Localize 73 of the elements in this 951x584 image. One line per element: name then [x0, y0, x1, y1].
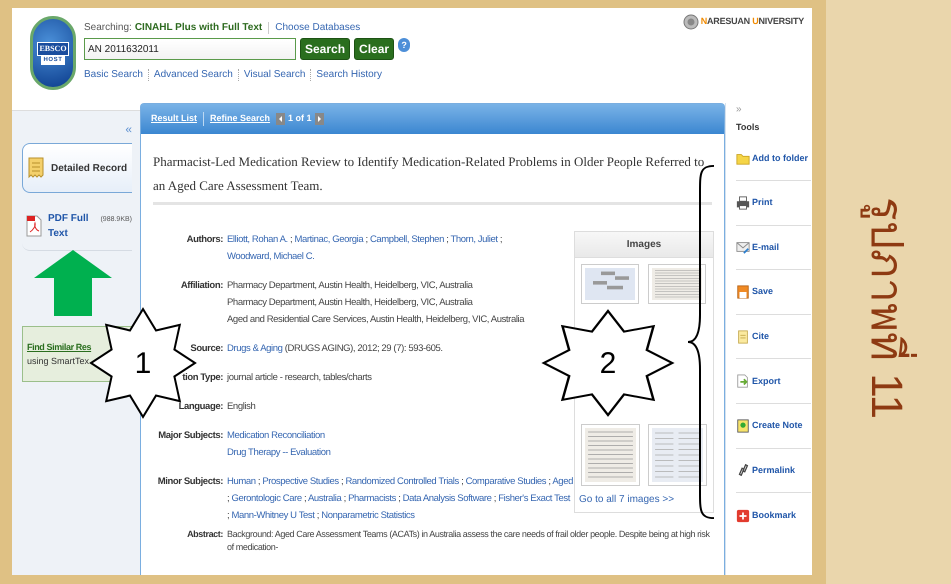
- tool-link[interactable]: Permalink: [752, 464, 796, 478]
- all-images-link[interactable]: Go to all 7 images >>: [575, 492, 713, 519]
- field-value: journal article - research, tables/charts: [227, 371, 373, 385]
- author-link[interactable]: Martinac, Georgia: [294, 234, 364, 245]
- field-label: Affiliation:: [180, 279, 223, 293]
- subject-link[interactable]: Comparative Studies: [466, 476, 546, 487]
- subject-link[interactable]: Prospective Studies: [262, 476, 339, 487]
- subject-link[interactable]: Australia: [308, 493, 342, 504]
- author-link[interactable]: Campbell, Stephen: [370, 234, 444, 245]
- tool-link[interactable]: E-mail: [752, 240, 780, 254]
- subject-link[interactable]: Drug Therapy -- Evaluation: [227, 447, 330, 458]
- detailed-record-tab[interactable]: Detailed Record: [22, 143, 132, 193]
- database-name: CINAHL Plus with Full Text: [134, 21, 262, 35]
- field-label: Authors:: [186, 233, 223, 247]
- subject-link[interactable]: Medication Reconciliation: [227, 430, 325, 441]
- affiliation-text: Aged and Residential Care Services, Austin Health, Heidelberg, VIC, Australia: [227, 313, 526, 327]
- field-label: tion Type:: [181, 371, 223, 385]
- tool-link[interactable]: Create Note: [752, 419, 803, 433]
- source-link[interactable]: Drugs & Aging: [227, 343, 283, 354]
- field-label: Abstract:: [186, 528, 223, 541]
- search-mode-link[interactable]: Visual Search: [244, 67, 306, 82]
- help-button[interactable]: ?: [398, 38, 410, 52]
- collapse-button[interactable]: «: [125, 123, 132, 135]
- field-label: Language:: [178, 400, 223, 414]
- tool-link[interactable]: Cite: [752, 330, 770, 344]
- field-value: English: [227, 400, 256, 414]
- tools-heading: Tools: [736, 121, 760, 134]
- tool-link[interactable]: Export: [752, 374, 781, 388]
- field-value: Background: Aged Care Assessment Teams (ACATs) in Australia assess the care needs of frail older people. Despite being at high risk of medication-: [227, 528, 711, 554]
- clear-button[interactable]: Clear: [354, 38, 394, 60]
- record-title: Pharmacist-Led Medication Review to Identify Medication-Related Problems in Older People Referred to an Aged Care Assessment Team.: [153, 150, 712, 205]
- subject-link[interactable]: Pharmacists: [348, 493, 396, 504]
- subject-link[interactable]: Nonparametric Statistics: [321, 510, 415, 521]
- tab-label: Detailed Record: [51, 162, 128, 176]
- search-field[interactable]: AN 2011632011: [84, 38, 296, 60]
- search-mode-link[interactable]: Basic Search: [84, 67, 143, 82]
- pdf-full-text-link[interactable]: PDF Full Text: [48, 210, 98, 240]
- subject-link[interactable]: Mann-Whitney U Test: [231, 510, 315, 521]
- author-link[interactable]: Thorn, Juliet: [450, 234, 498, 245]
- find-similar-subtitle: using SmartTex: [27, 354, 90, 368]
- field-label: Major Subjects:: [157, 429, 223, 443]
- subject-link[interactable]: Randomized Controlled Trials: [345, 476, 459, 487]
- authors-list: Elliott, Rohan A. ; Martinac, Georgia ; Campbell, Stephen ; Thorn, Juliet ; Woodward, Michael C.: [227, 231, 574, 265]
- find-similar-link[interactable]: Find Similar Res: [27, 341, 92, 354]
- subject-link[interactable]: Human: [227, 476, 256, 487]
- pager-text: 1 of 1: [288, 112, 312, 126]
- search-mode-link[interactable]: Advanced Search: [154, 67, 233, 82]
- author-link[interactable]: Elliott, Rohan A.: [227, 234, 288, 245]
- search-button[interactable]: Search: [300, 38, 350, 60]
- subject-link[interactable]: Data Analysis Software: [402, 493, 492, 504]
- author-link[interactable]: Woodward, Michael C.: [227, 251, 314, 262]
- searching-label: Searching:: [84, 21, 132, 35]
- result-list-link[interactable]: Result List: [151, 112, 198, 126]
- affiliation-text: Pharmacy Department, Austin Health, Heidelberg, VIC, Australia: [227, 296, 474, 310]
- field-label: Source:: [189, 342, 223, 356]
- subjects-list: Human ; Prospective Studies ; Randomized Controlled Trials ; Comparative Studies ; Aged ; Gerontologic Care ; Australia ; Pharmacists ; Data Analysis Software ; Fisher's Exact Test ; Mann-Whitney U Test ; Nonparametric Statistics: [227, 473, 574, 524]
- subject-link[interactable]: Gerontologic Care: [231, 493, 302, 504]
- star-callout: 2: [540, 308, 676, 418]
- slide-caption: รูปภาพที่ 11: [850, 180, 922, 436]
- images-heading: Images: [575, 232, 713, 258]
- affiliation-text: Pharmacy Department, Austin Health, Heidelberg, VIC, Australia: [227, 279, 474, 293]
- expand-button[interactable]: »: [736, 105, 811, 115]
- tool-link[interactable]: Print: [752, 196, 773, 210]
- field-label: Minor Subjects:: [156, 475, 223, 489]
- tool-link[interactable]: Save: [752, 285, 774, 299]
- choose-databases-link[interactable]: Choose Databases: [275, 20, 360, 35]
- university-name: NARESUAN UNIVERSITY: [700, 15, 804, 28]
- tool-link[interactable]: Bookmark: [752, 508, 796, 522]
- logo-text: EBSCO: [37, 42, 69, 56]
- subject-link[interactable]: Fisher's Exact Test: [498, 493, 570, 504]
- tool-link[interactable]: Add to folder: [752, 152, 808, 166]
- search-mode-link[interactable]: Search History: [316, 67, 382, 82]
- subject-link[interactable]: Aged: [552, 476, 573, 487]
